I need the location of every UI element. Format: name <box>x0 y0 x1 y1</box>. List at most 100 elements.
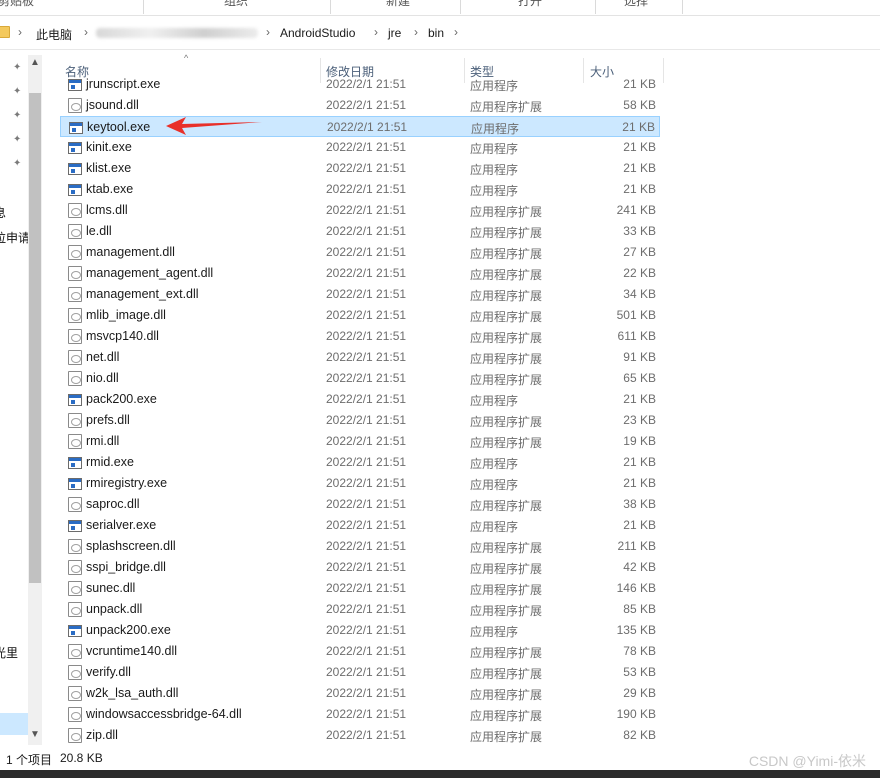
ribbon-group-open[interactable]: 打开 <box>518 0 542 9</box>
file-size: 34 KB <box>623 287 656 301</box>
file-type: 应用程序 <box>470 478 519 492</box>
scroll-down-icon[interactable]: ▼ <box>30 729 40 740</box>
file-row[interactable]: windowsaccessbridge-64.dll 2022/2/1 21:51… <box>60 704 660 725</box>
file-size: 21 KB <box>623 161 656 175</box>
file-row[interactable]: jsound.dll 2022/2/1 21:51 应用程序扩展 58 KB <box>60 95 660 116</box>
file-row[interactable]: prefs.dll 2022/2/1 21:51 应用程序扩展 23 KB <box>60 410 660 431</box>
file-row[interactable]: unpack200.exe 2022/2/1 21:51 应用程序 135 KB <box>60 620 660 641</box>
file-row[interactable]: msvcp140.dll 2022/2/1 21:51 应用程序扩展 611 KB <box>60 326 660 347</box>
ribbon-divider <box>595 0 596 14</box>
file-row[interactable]: ktab.exe 2022/2/1 21:51 应用程序 21 KB <box>60 179 660 200</box>
file-row[interactable]: keytool.exe 2022/2/1 21:51 应用程序 21 KB <box>60 116 660 137</box>
file-row[interactable]: unpack.dll 2022/2/1 21:51 应用程序扩展 85 KB <box>60 599 660 620</box>
breadcrumb-androidstudio[interactable]: AndroidStudio <box>280 26 355 40</box>
exe-icon <box>68 394 82 406</box>
file-row[interactable]: kinit.exe 2022/2/1 21:51 应用程序 21 KB <box>60 137 660 158</box>
file-size: 211 KB <box>617 539 656 553</box>
file-row[interactable]: pack200.exe 2022/2/1 21:51 应用程序 21 KB <box>60 389 660 410</box>
pin-icon[interactable]: ✦ <box>13 111 23 121</box>
file-row[interactable]: verify.dll 2022/2/1 21:51 应用程序扩展 53 KB <box>60 662 660 683</box>
breadcrumb-jre[interactable]: jre <box>388 26 401 40</box>
dll-icon <box>68 308 82 323</box>
file-type: 应用程序 <box>470 625 519 639</box>
chevron-right-icon[interactable]: › <box>18 25 22 39</box>
file-size: 135 KB <box>616 623 656 637</box>
file-row[interactable]: splashscreen.dll 2022/2/1 21:51 应用程序扩展 211 … <box>60 536 660 557</box>
chevron-right-icon[interactable]: › <box>266 25 270 39</box>
file-date: 2022/2/1 21:51 <box>326 413 407 427</box>
exe-icon <box>68 478 82 490</box>
file-type: 应用程序扩展 <box>470 646 543 660</box>
file-row[interactable]: net.dll 2022/2/1 21:51 应用程序扩展 91 KB <box>60 347 660 368</box>
file-row[interactable]: sunec.dll 2022/2/1 21:51 应用程序扩展 146 KB <box>60 578 660 599</box>
file-name: msvcp140.dll <box>86 329 159 343</box>
file-date: 2022/2/1 21:51 <box>326 560 407 574</box>
file-type: 应用程序扩展 <box>470 499 543 513</box>
file-type: 应用程序扩展 <box>470 310 543 324</box>
file-name: zip.dll <box>86 728 118 742</box>
scroll-up-icon[interactable]: ▲ <box>30 57 40 68</box>
breadcrumb-this-pc[interactable]: 此电脑 <box>36 26 72 43</box>
file-name: pack200.exe <box>86 392 157 406</box>
file-date: 2022/2/1 21:51 <box>326 371 407 385</box>
chevron-right-icon[interactable]: › <box>374 25 378 39</box>
file-row[interactable]: serialver.exe 2022/2/1 21:51 应用程序 21 KB <box>60 515 660 536</box>
file-date: 2022/2/1 21:51 <box>326 518 407 532</box>
file-row[interactable]: management.dll 2022/2/1 21:51 应用程序扩展 27 KB <box>60 242 660 263</box>
file-list: jrunscript.exe 2022/2/1 21:51 应用程序 21 KB jso… <box>60 73 666 745</box>
ribbon-group-organize[interactable]: 组织 <box>224 0 248 9</box>
pin-icon[interactable]: ✦ <box>13 63 23 73</box>
nav-item-selected[interactable] <box>0 713 28 735</box>
ribbon-group-clipboard[interactable]: 剪贴板 <box>0 0 34 9</box>
chevron-right-icon[interactable]: › <box>84 25 88 39</box>
file-size: 82 KB <box>623 728 656 742</box>
exe-icon <box>68 457 82 469</box>
sort-ascending-icon: ^ <box>184 53 189 63</box>
nav-scrollbar[interactable]: ▲ ▼ <box>28 55 42 745</box>
file-row[interactable]: le.dll 2022/2/1 21:51 应用程序扩展 33 KB <box>60 221 660 242</box>
file-name: rmid.exe <box>86 455 134 469</box>
pin-icon[interactable]: ✦ <box>13 87 23 97</box>
file-row[interactable]: saproc.dll 2022/2/1 21:51 应用程序扩展 38 KB <box>60 494 660 515</box>
dll-icon <box>68 602 82 617</box>
file-row[interactable]: mlib_image.dll 2022/2/1 21:51 应用程序扩展 501 KB <box>60 305 660 326</box>
dll-icon <box>68 539 82 554</box>
ribbon-group-new[interactable]: 新建 <box>386 0 410 9</box>
nav-item[interactable]: 光里 <box>0 644 18 661</box>
chevron-right-icon[interactable]: › <box>454 25 458 39</box>
pin-icon[interactable]: ✦ <box>13 135 23 145</box>
file-row[interactable]: management_ext.dll 2022/2/1 21:51 应用程序扩展 34… <box>60 284 660 305</box>
file-name: unpack.dll <box>86 602 143 616</box>
pin-icon[interactable]: ✦ <box>13 159 23 169</box>
file-type: 应用程序扩展 <box>470 205 543 219</box>
file-size: 29 KB <box>623 686 656 700</box>
file-row[interactable]: rmid.exe 2022/2/1 21:51 应用程序 21 KB <box>60 452 660 473</box>
breadcrumb-bin[interactable]: bin <box>428 26 444 40</box>
file-row[interactable]: management_agent.dll 2022/2/1 21:51 应用程序扩展… <box>60 263 660 284</box>
file-size: 21 KB <box>623 518 656 532</box>
file-date: 2022/2/1 21:51 <box>326 686 407 700</box>
file-row[interactable]: rmiregistry.exe 2022/2/1 21:51 应用程序 21 KB <box>60 473 660 494</box>
file-size: 21 KB <box>623 77 656 91</box>
navigation-pane: ✦ ✦ ✦ ✦ ✦ 息 拉申请 i I 光里 ▲ ▼ <box>0 55 44 745</box>
nav-item[interactable]: 拉申请 <box>0 229 30 246</box>
dll-icon <box>68 707 82 722</box>
address-bar[interactable]: › 此电脑 › › AndroidStudio › jre › bin › <box>0 17 880 50</box>
file-type: 应用程序扩展 <box>470 541 543 555</box>
file-row[interactable]: klist.exe 2022/2/1 21:51 应用程序 21 KB <box>60 158 660 179</box>
file-size: 146 KB <box>616 581 656 595</box>
nav-item[interactable]: 息 <box>0 204 6 221</box>
file-row[interactable]: sspi_bridge.dll 2022/2/1 21:51 应用程序扩展 42 KB <box>60 557 660 578</box>
file-row[interactable]: vcruntime140.dll 2022/2/1 21:51 应用程序扩展 78 K… <box>60 641 660 662</box>
chevron-right-icon[interactable]: › <box>414 25 418 39</box>
file-row[interactable]: lcms.dll 2022/2/1 21:51 应用程序扩展 241 KB <box>60 200 660 221</box>
file-row[interactable]: jrunscript.exe 2022/2/1 21:51 应用程序 21 KB <box>60 74 660 95</box>
file-row[interactable]: w2k_lsa_auth.dll 2022/2/1 21:51 应用程序扩展 29 K… <box>60 683 660 704</box>
file-name: serialver.exe <box>86 518 157 532</box>
file-type: 应用程序扩展 <box>470 247 543 261</box>
file-row[interactable]: zip.dll 2022/2/1 21:51 应用程序扩展 82 KB <box>60 725 660 745</box>
nav-scroll-thumb[interactable] <box>29 93 41 583</box>
file-row[interactable]: rmi.dll 2022/2/1 21:51 应用程序扩展 19 KB <box>60 431 660 452</box>
file-row[interactable]: nio.dll 2022/2/1 21:51 应用程序扩展 65 KB <box>60 368 660 389</box>
ribbon-group-select[interactable]: 选择 <box>624 0 648 9</box>
